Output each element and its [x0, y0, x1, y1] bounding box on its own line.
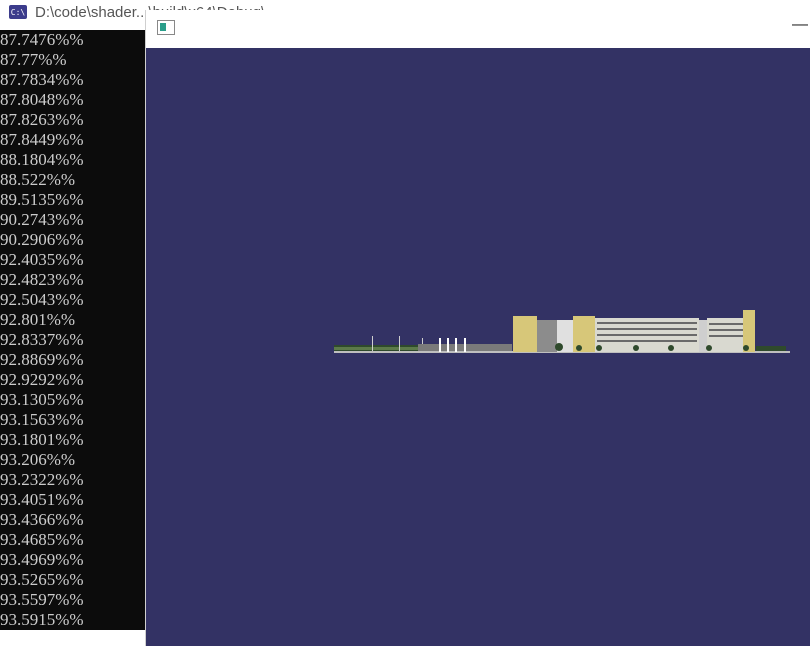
console-line: 93.5265%% [0, 570, 84, 589]
console-line: 93.1563%% [0, 410, 84, 429]
console-line: 92.801%% [0, 310, 76, 329]
console-output[interactable]: 87.7476%% 87.77%% 87.7834%% 87.8048%% 87.826… [0, 30, 146, 630]
app-window-icon [157, 20, 175, 35]
hedge [756, 346, 786, 351]
console-line: 87.8263%% [0, 110, 84, 129]
render-window[interactable]: — [146, 10, 810, 646]
console-line: 92.5043%% [0, 290, 84, 309]
console-line: 93.2322%% [0, 470, 84, 489]
console-line: 93.206%% [0, 450, 76, 469]
console-line: 88.1804%% [0, 150, 84, 169]
lamp-post [372, 336, 373, 351]
console-line: 88.522%% [0, 170, 76, 189]
building-block [513, 316, 537, 352]
console-line: 87.7834%% [0, 70, 84, 89]
console-line: 93.5597%% [0, 590, 84, 609]
lamp-post [399, 336, 400, 351]
console-line: 90.2743%% [0, 210, 84, 229]
flag-pole [455, 338, 457, 352]
console-line: 93.1801%% [0, 430, 84, 449]
flag-pole [464, 338, 466, 352]
scene-render [334, 310, 790, 353]
minimize-button[interactable]: — [792, 16, 808, 34]
building-block [573, 316, 595, 352]
console-line: 87.8048%% [0, 90, 84, 109]
flag-pole [447, 338, 449, 352]
console-line: 89.5135%% [0, 190, 84, 209]
console-icon: C:\ [9, 5, 27, 19]
console-line: 87.8449%% [0, 130, 84, 149]
console-line: 92.9292%% [0, 370, 84, 389]
console-line: 87.7476%% [0, 30, 84, 49]
render-viewport[interactable] [146, 48, 810, 646]
hedge-light [334, 347, 418, 350]
console-line: 92.4035%% [0, 250, 84, 269]
console-line: 93.4366%% [0, 510, 84, 529]
building-block [537, 320, 557, 352]
console-line: 87.77%% [0, 50, 67, 69]
console-line: 90.2906%% [0, 230, 84, 249]
console-line: 92.8869%% [0, 350, 84, 369]
console-line: 93.1305%% [0, 390, 84, 409]
console-line: 93.4969%% [0, 550, 84, 569]
console-line: 92.4823%% [0, 270, 84, 289]
console-line: 93.4685%% [0, 530, 84, 549]
console-line: 92.8337%% [0, 330, 84, 349]
building-block [699, 320, 707, 352]
flag-pole [439, 338, 441, 352]
console-line: 93.5915%% [0, 610, 84, 629]
render-window-titlebar[interactable]: — [146, 10, 810, 48]
console-line: 93.4051%% [0, 490, 84, 509]
